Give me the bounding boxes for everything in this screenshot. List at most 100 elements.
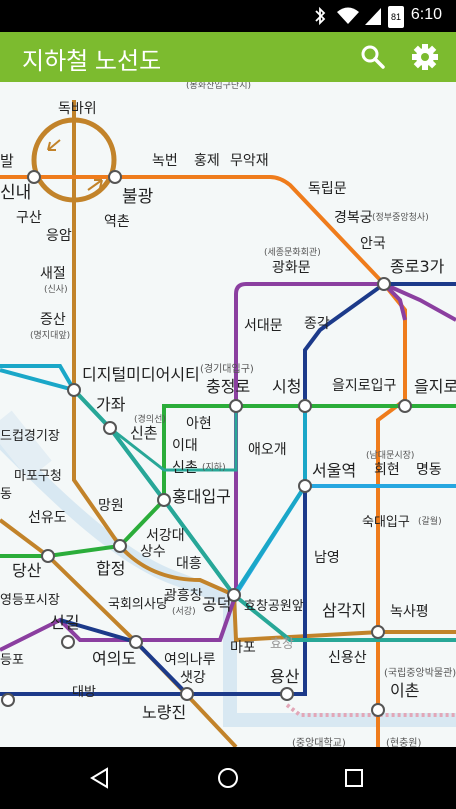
station-label[interactable]: 남영 xyxy=(314,550,340,566)
settings-button[interactable] xyxy=(408,40,442,74)
station-label[interactable]: 동 xyxy=(0,487,12,502)
station-label[interactable]: 여의나루 xyxy=(164,652,216,668)
search-button[interactable] xyxy=(356,40,390,74)
transfer-station[interactable] xyxy=(41,549,55,563)
station-label[interactable]: 디지털미디어시티 xyxy=(82,365,200,384)
transfer-station[interactable] xyxy=(377,277,391,291)
station-label[interactable]: 국회의사당 xyxy=(108,597,168,612)
subway-map-canvas[interactable]: (봉화산입구단지) 독바위 발 신내 구산 응암 불광 역촌 녹번 홍제 무악재… xyxy=(0,82,456,747)
station-label[interactable]: (경기대입구) xyxy=(200,362,254,375)
station-label[interactable]: 을지로입구 xyxy=(332,378,397,394)
station-label[interactable]: 효창공원앞 xyxy=(244,599,304,614)
station-label[interactable]: 삼각지 xyxy=(322,601,366,620)
station-label[interactable]: 경복궁 xyxy=(334,210,373,226)
station-label[interactable]: 회현 xyxy=(374,462,400,478)
station-label[interactable]: 증산 xyxy=(40,312,66,328)
transfer-station[interactable] xyxy=(129,635,143,649)
subway-map[interactable]: (봉화산입구단지) 독바위 발 신내 구산 응암 불광 역촌 녹번 홍제 무악재… xyxy=(0,82,456,747)
station-label[interactable]: 공덕 xyxy=(202,595,231,614)
station-label[interactable]: 새절 xyxy=(40,266,66,282)
station-label[interactable]: 용산 xyxy=(270,667,300,686)
station-label[interactable]: 이촌 xyxy=(390,681,419,700)
station-label[interactable]: 당산 xyxy=(12,561,42,580)
station-label[interactable]: 응암 xyxy=(46,228,72,244)
station-label[interactable]: (중앙대학교) xyxy=(292,737,346,747)
station-label[interactable]: (지하) xyxy=(202,462,226,473)
station-label[interactable]: 신용산 xyxy=(328,650,367,666)
station-label[interactable]: (갈월) xyxy=(418,515,442,527)
station-label[interactable]: 종각 xyxy=(304,316,330,332)
station-label[interactable]: 을지로 xyxy=(414,377,456,396)
transfer-station[interactable] xyxy=(298,479,312,493)
station-label[interactable]: 시청 xyxy=(272,377,301,396)
transfer-station[interactable] xyxy=(180,687,194,701)
station-label[interactable]: (정부중앙청사) xyxy=(372,211,429,223)
transfer-station[interactable] xyxy=(229,399,243,413)
station-label[interactable]: 노량진 xyxy=(142,703,186,722)
transfer-station[interactable] xyxy=(157,493,171,507)
station-label[interactable]: 드컵경기장 xyxy=(0,429,60,444)
station-label[interactable]: 등포 xyxy=(0,653,24,668)
station-label[interactable]: 서울역 xyxy=(312,461,356,480)
transfer-station[interactable] xyxy=(108,170,122,184)
station-label[interactable]: 발 xyxy=(0,152,14,170)
station-label[interactable]: 신촌 xyxy=(130,424,158,442)
station-label[interactable]: (남대문시장) xyxy=(366,450,414,461)
station-label[interactable]: 녹번 xyxy=(152,153,178,169)
transfer-station[interactable] xyxy=(371,703,385,717)
station-label[interactable]: 마포구청 xyxy=(14,469,62,484)
station-label[interactable]: 신내 xyxy=(0,183,31,203)
station-label[interactable]: (현충원) xyxy=(386,737,422,747)
station-label[interactable]: 독립문 xyxy=(308,181,347,197)
station-label[interactable]: 대흥 xyxy=(176,556,202,572)
station-label[interactable]: 합정 xyxy=(96,559,125,578)
transfer-station[interactable] xyxy=(27,170,41,184)
back-button[interactable] xyxy=(80,761,120,795)
station-label[interactable]: 구산 xyxy=(16,210,42,226)
transfer-station[interactable] xyxy=(61,635,75,649)
station-label[interactable]: 가좌 xyxy=(96,395,126,414)
station-label[interactable]: 불광 xyxy=(122,187,153,207)
station-label[interactable]: 여의도 xyxy=(92,649,136,668)
station-label[interactable]: 역촌 xyxy=(104,214,130,230)
station-label[interactable]: 이대 xyxy=(172,438,198,454)
station-label[interactable]: 영등포시장 xyxy=(0,593,60,608)
station-label[interactable]: 홍제 xyxy=(194,153,220,169)
home-button[interactable] xyxy=(208,761,248,795)
station-label[interactable]: 망원 xyxy=(98,498,124,514)
station-label[interactable]: 명동 xyxy=(416,462,442,478)
station-label[interactable]: (국립중앙박물관) xyxy=(384,666,456,679)
station-label[interactable]: 신길 xyxy=(50,613,79,632)
station-label[interactable]: 광화문 xyxy=(272,260,311,276)
transfer-station[interactable] xyxy=(1,693,15,707)
transfer-station[interactable] xyxy=(67,383,81,397)
station-label[interactable]: 녹사평 xyxy=(390,604,429,620)
station-label[interactable]: 애오개 xyxy=(248,442,287,458)
station-label[interactable]: 선유도 xyxy=(28,510,67,526)
station-label[interactable]: 홍대입구 xyxy=(172,487,231,506)
station-label[interactable]: 대방 xyxy=(72,685,96,700)
station-label[interactable]: 서대문 xyxy=(244,318,283,334)
station-label[interactable]: 종로3가 xyxy=(390,257,445,276)
station-label[interactable]: 서강대 xyxy=(146,528,185,544)
station-label[interactable]: 상수 xyxy=(140,544,166,560)
station-label[interactable]: 숙대입구 xyxy=(362,515,410,530)
station-label[interactable]: 신촌 xyxy=(172,460,198,476)
station-label[interactable]: 안국 xyxy=(360,236,386,252)
station-label[interactable]: 효창 xyxy=(270,637,294,652)
transfer-station[interactable] xyxy=(298,399,312,413)
station-label[interactable]: 무악재 xyxy=(230,153,269,169)
transfer-station[interactable] xyxy=(371,625,385,639)
station-label[interactable]: (세종문화회관) xyxy=(264,247,321,258)
station-label[interactable]: 충정로 xyxy=(206,377,250,396)
station-label[interactable]: (서강) xyxy=(172,606,196,617)
station-label[interactable]: 샛강 xyxy=(180,670,206,686)
transfer-station[interactable] xyxy=(398,399,412,413)
recents-button[interactable] xyxy=(334,761,374,795)
station-label[interactable]: (봉화산입구단지) xyxy=(186,82,251,91)
transfer-station[interactable] xyxy=(113,539,127,553)
station-label[interactable]: 독바위 xyxy=(58,101,97,117)
station-label[interactable]: (명지대앞) xyxy=(30,329,70,341)
station-label[interactable]: 광흥창 xyxy=(164,588,203,604)
transfer-station[interactable] xyxy=(103,421,117,435)
